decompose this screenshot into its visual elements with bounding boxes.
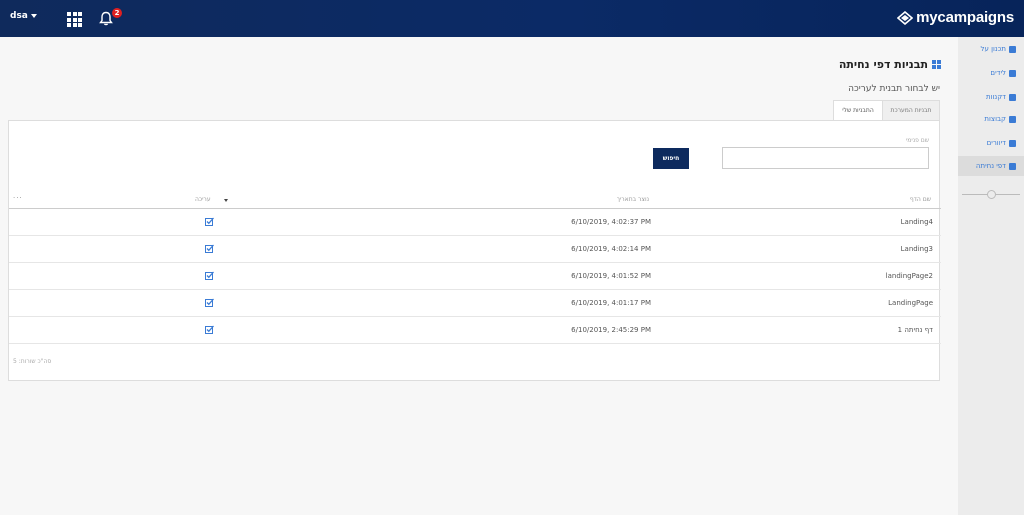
page-subtitle: יש לבחור תבנית לעריכה bbox=[848, 84, 940, 94]
logo-icon bbox=[897, 10, 914, 25]
edit-icon[interactable] bbox=[205, 271, 214, 282]
more-options-icon[interactable]: ... bbox=[13, 192, 23, 200]
send-icon bbox=[1009, 139, 1016, 147]
row-name[interactable]: דף נחיתה 1 bbox=[898, 326, 933, 334]
templates-card: שם פנימי חיפוש ... עריכה נוצר בתאריך שם … bbox=[8, 120, 941, 381]
row-date: 6/10/2019, 4:01:52 PM bbox=[571, 272, 651, 280]
user-menu[interactable]: dsa bbox=[10, 11, 37, 21]
app-logo[interactable]: mycampaigns bbox=[897, 9, 1014, 26]
sidebar-item-label: דפי נחיתה bbox=[975, 162, 1006, 170]
notification-badge[interactable]: 2 bbox=[112, 8, 122, 18]
column-header-edit[interactable]: עריכה bbox=[195, 196, 211, 203]
megaphone-icon bbox=[1009, 69, 1016, 77]
row-name[interactable]: Landing4 bbox=[901, 218, 933, 226]
sidebar-item-leads[interactable]: לידים bbox=[958, 63, 1018, 83]
page-title-text: תבניות דפי נחיתה bbox=[838, 58, 928, 71]
document-icon bbox=[1009, 93, 1016, 101]
total-rows-count: סה"כ שורות: 5 bbox=[13, 358, 52, 365]
row-date: 6/10/2019, 4:02:37 PM bbox=[571, 218, 651, 226]
bell-icon[interactable] bbox=[99, 11, 113, 30]
sidebar-item-mailings[interactable]: דיוורים bbox=[958, 133, 1018, 153]
apps-grid-icon[interactable] bbox=[67, 12, 82, 27]
page-name-input[interactable] bbox=[722, 147, 929, 169]
table-row[interactable]: Landing4 6/10/2019, 4:02:37 PM bbox=[9, 209, 941, 236]
table-row[interactable]: LandingPage 6/10/2019, 4:01:17 PM bbox=[9, 290, 941, 317]
chevron-down-icon[interactable] bbox=[30, 13, 37, 18]
sidebar-item-overview[interactable]: תכנון על bbox=[958, 39, 1018, 59]
sidebar-collapse-toggle[interactable] bbox=[987, 190, 996, 199]
page-title: תבניות דפי נחיתה bbox=[839, 58, 941, 71]
sidebar-item-groups[interactable]: קבוצות bbox=[958, 109, 1018, 129]
users-icon bbox=[1009, 115, 1016, 123]
sidebar-item-label: לידים bbox=[990, 69, 1006, 77]
row-name[interactable]: landingPage2 bbox=[886, 272, 933, 280]
tab-my-templates[interactable]: התבניות שלי bbox=[833, 100, 883, 122]
row-name[interactable]: Landing3 bbox=[901, 245, 933, 253]
search-button[interactable]: חיפוש bbox=[653, 148, 689, 169]
sidebar-item-landing-pages[interactable]: דפי נחיתה bbox=[958, 156, 1024, 176]
table-row[interactable]: Landing3 6/10/2019, 4:02:14 PM bbox=[9, 236, 941, 263]
edit-icon[interactable] bbox=[205, 244, 214, 255]
grid-icon bbox=[932, 60, 941, 69]
edit-icon[interactable] bbox=[205, 325, 214, 336]
sort-caret-icon[interactable] bbox=[224, 199, 228, 202]
tab-system-templates[interactable]: תבניות המערכת bbox=[882, 100, 940, 121]
sidebar-item-label: דקנוות bbox=[985, 93, 1006, 101]
pages-icon bbox=[1009, 162, 1016, 170]
table-row[interactable]: landingPage2 6/10/2019, 4:01:52 PM bbox=[9, 263, 941, 290]
logo-text: mycampaigns bbox=[916, 9, 1014, 26]
column-header-name[interactable]: שם הדף bbox=[910, 196, 931, 203]
user-name[interactable]: dsa bbox=[10, 11, 28, 21]
sidebar-item-forms[interactable]: דקנוות bbox=[958, 87, 1018, 107]
sidebar-item-label: קבוצות bbox=[984, 115, 1006, 123]
edit-icon[interactable] bbox=[205, 217, 214, 228]
edit-icon[interactable] bbox=[205, 298, 214, 309]
row-name[interactable]: LandingPage bbox=[888, 299, 933, 307]
sidebar-item-label: דיוורים bbox=[986, 139, 1006, 147]
page-name-label: שם פנימי bbox=[905, 137, 929, 144]
column-header-date[interactable]: נוצר בתאריך bbox=[617, 196, 649, 203]
row-date: 6/10/2019, 4:02:14 PM bbox=[571, 245, 651, 253]
top-bar: dsa 2 mycampaigns bbox=[0, 0, 1024, 37]
sidebar: תכנון על לידים דקנוות קבוצות דיוורים דפי… bbox=[958, 37, 1024, 515]
table-row[interactable]: דף נחיתה 1 6/10/2019, 2:45:29 PM bbox=[9, 317, 941, 344]
chart-icon bbox=[1009, 45, 1016, 53]
row-date: 6/10/2019, 4:01:17 PM bbox=[571, 299, 651, 307]
sidebar-item-label: תכנון על bbox=[980, 45, 1006, 53]
row-date: 6/10/2019, 2:45:29 PM bbox=[571, 326, 651, 334]
